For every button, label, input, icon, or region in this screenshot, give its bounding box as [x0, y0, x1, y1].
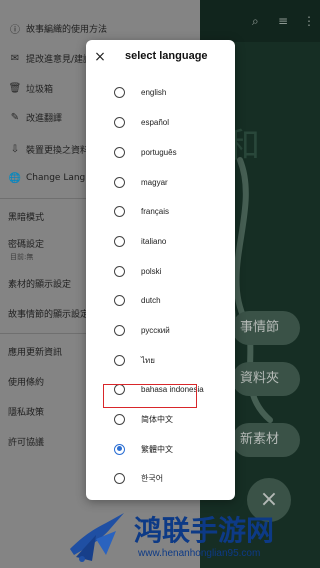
- language-option-magyar[interactable]: magyar: [86, 170, 235, 194]
- language-label: русский: [141, 325, 170, 335]
- language-label: português: [141, 147, 177, 157]
- language-option-espanol[interactable]: español: [86, 110, 235, 134]
- language-option-korean[interactable]: 한국어: [86, 466, 235, 490]
- radio-button[interactable]: [114, 146, 125, 158]
- radio-button[interactable]: [114, 116, 125, 128]
- dialog-title: select language: [125, 50, 208, 62]
- language-dialog: × select language english español portug…: [86, 40, 235, 500]
- language-option-russian[interactable]: русский: [86, 318, 235, 342]
- radio-button[interactable]: [114, 176, 125, 188]
- radio-button[interactable]: [114, 205, 125, 217]
- language-option-traditional-chinese[interactable]: 繁體中文: [86, 437, 235, 461]
- radio-button[interactable]: [114, 86, 125, 98]
- language-option-english[interactable]: english: [86, 80, 235, 104]
- close-icon[interactable]: ×: [92, 49, 108, 65]
- language-label: dutch: [141, 295, 161, 305]
- language-label: english: [141, 87, 167, 97]
- language-label: 繁體中文: [141, 444, 173, 454]
- radio-button-checked[interactable]: [114, 443, 125, 455]
- language-option-francais[interactable]: français: [86, 199, 235, 223]
- watermark-title: 鸿联手游网: [134, 514, 275, 547]
- watermark-logo-icon: [70, 513, 124, 562]
- radio-button[interactable]: [114, 265, 125, 277]
- language-label: español: [141, 117, 170, 127]
- language-option-simplified-chinese[interactable]: 简体中文: [86, 407, 235, 431]
- language-option-thai[interactable]: ไทย: [86, 348, 235, 372]
- language-option-italiano[interactable]: italiano: [86, 229, 235, 253]
- watermark: 鸿联手游网 www.henanhonglian95.com: [66, 505, 320, 568]
- language-label: 한국어: [141, 473, 164, 483]
- language-label: ไทย: [141, 355, 155, 365]
- language-label: magyar: [141, 177, 168, 187]
- language-option-polski[interactable]: polski: [86, 259, 235, 283]
- highlight-box: [103, 384, 197, 408]
- radio-button[interactable]: [114, 324, 125, 336]
- language-label: polski: [141, 266, 162, 276]
- radio-button[interactable]: [114, 413, 125, 425]
- radio-button[interactable]: [114, 354, 125, 366]
- language-label: 简体中文: [141, 414, 173, 424]
- language-label: italiano: [141, 236, 167, 246]
- radio-button[interactable]: [114, 294, 125, 306]
- radio-button[interactable]: [114, 235, 125, 247]
- radio-button[interactable]: [114, 472, 125, 484]
- watermark-url: www.henanhonglian95.com: [138, 548, 261, 559]
- language-label: français: [141, 206, 170, 216]
- language-option-portugues[interactable]: português: [86, 140, 235, 164]
- language-option-dutch[interactable]: dutch: [86, 288, 235, 312]
